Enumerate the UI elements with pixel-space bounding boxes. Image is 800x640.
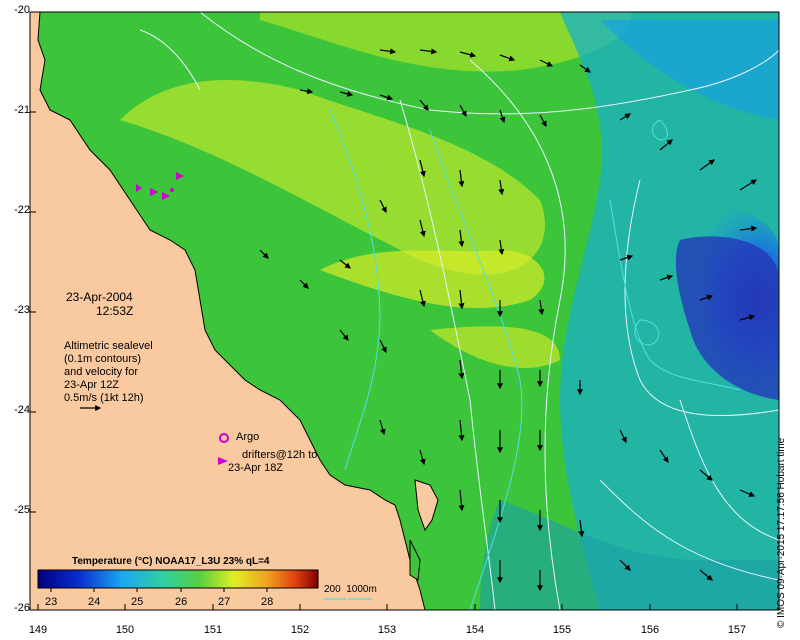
- lon-label: 154: [465, 624, 485, 636]
- legend-line: 23-Apr 12Z: [64, 379, 120, 391]
- contour-legend-label: 200 1000m: [324, 584, 377, 595]
- lat-label: -21: [14, 104, 30, 116]
- lat-label: -22: [14, 204, 30, 216]
- drifters-label: 23-Apr 18Z: [228, 462, 284, 474]
- time-label: 12:53Z: [96, 304, 134, 318]
- lon-label: 155: [552, 624, 572, 636]
- lat-label: -26: [14, 602, 30, 614]
- date-label: 23-Apr-2004: [66, 290, 133, 304]
- lat-label: -23: [14, 304, 30, 316]
- credit-text: © IMOS 09-Apr-2015 17:17:56 Hobart time: [776, 437, 787, 628]
- colorbar-tick: 23: [45, 596, 58, 608]
- legend-line: and velocity for: [64, 366, 138, 378]
- legend-line: (0.1m contours): [64, 353, 142, 365]
- lon-label: 157: [727, 624, 747, 636]
- drifters-label: drifters@12h to: [242, 449, 318, 461]
- colorbar-title: Temperature (°C) NOAA17_L3U 23% qL=4: [72, 556, 270, 567]
- argo-label: Argo: [236, 431, 260, 443]
- legend-line: 0.5m/s (1kt 12h): [64, 392, 144, 404]
- lat-label: -25: [14, 504, 30, 516]
- lon-label: 151: [203, 624, 223, 636]
- colorbar-tick: 24: [88, 596, 101, 608]
- lon-label: 153: [377, 624, 397, 636]
- lat-label: -24: [14, 404, 30, 416]
- sst-map: [29, 11, 780, 611]
- lon-label: 149: [28, 624, 48, 636]
- lon-label: 150: [115, 624, 135, 636]
- lon-label: 156: [640, 624, 660, 636]
- colorbar-tick: 28: [261, 596, 274, 608]
- lat-label: -20: [14, 4, 30, 16]
- legend-line: Altimetric sealevel: [64, 340, 153, 352]
- colorbar-tick: 27: [218, 596, 231, 608]
- colorbar-tick: 25: [131, 596, 144, 608]
- colorbar-tick: 26: [175, 596, 188, 608]
- lon-label: 152: [290, 624, 310, 636]
